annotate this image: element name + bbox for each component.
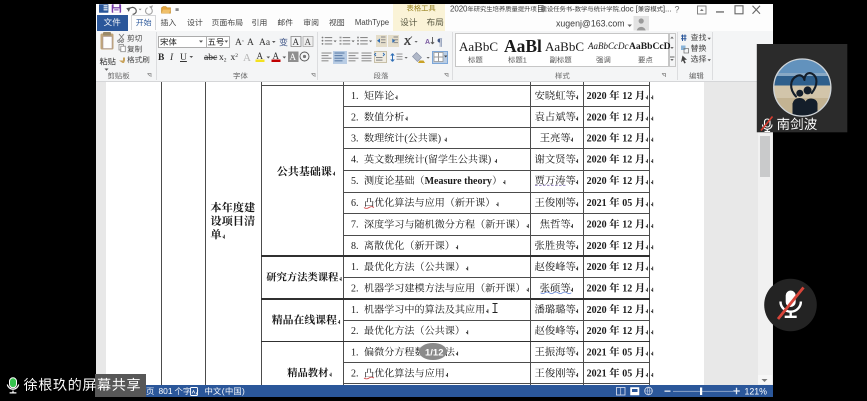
svg-text:1/12: 1/12	[425, 348, 444, 359]
